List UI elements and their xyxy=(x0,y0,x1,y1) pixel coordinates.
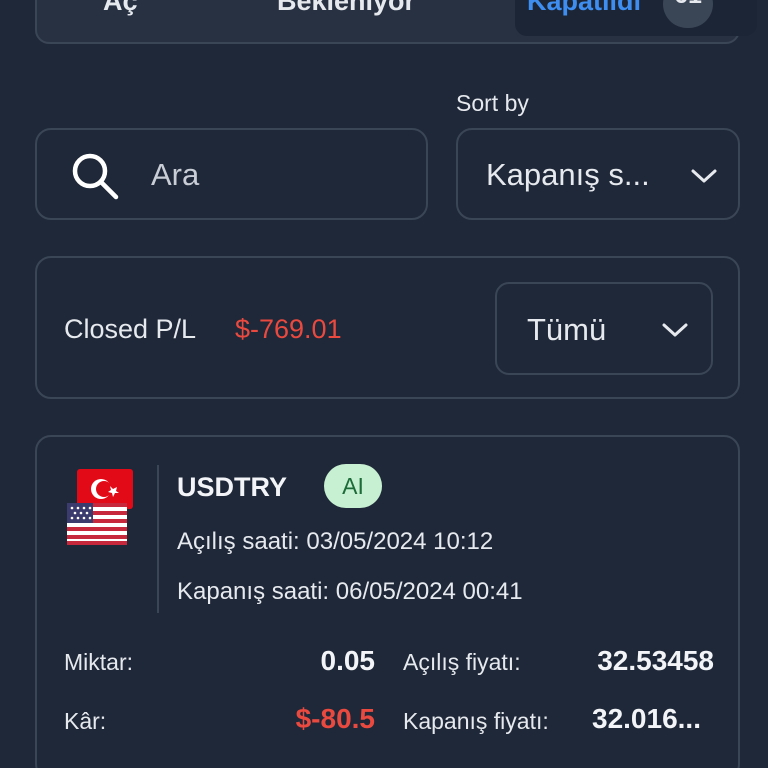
chevron-down-icon xyxy=(691,169,717,183)
open-time: Açılış saati: 03/05/2024 10:12 xyxy=(177,528,494,555)
search-input[interactable]: Ara xyxy=(35,128,428,220)
sort-by-label: Sort by xyxy=(456,90,529,116)
tab-pending[interactable]: Bekleniyor xyxy=(277,0,415,17)
filter-select[interactable]: Tümü xyxy=(495,282,713,375)
tab-open[interactable]: Aç xyxy=(103,0,138,17)
close-time: Kapanış saati: 06/05/2024 00:41 xyxy=(177,578,523,605)
sort-select[interactable]: Kapanış s... xyxy=(456,128,740,220)
profit-label: Kâr: xyxy=(64,708,107,734)
closed-pl-summary: Closed P/L $-769.01 Tümü xyxy=(35,256,740,399)
chevron-down-icon xyxy=(662,323,688,337)
open-price-value: 32.53458 xyxy=(597,645,714,676)
order-status-tabs: Aç Bekleniyor Kapatıldı 61 xyxy=(35,0,757,44)
search-icon xyxy=(72,153,119,200)
tab-closed-count-badge: 61 xyxy=(663,0,713,28)
open-price-label: Açılış fiyatı: xyxy=(403,649,521,675)
profit-value: $-80.5 xyxy=(295,703,375,734)
quantity-value: 0.05 xyxy=(320,645,376,676)
closed-pl-label: Closed P/L xyxy=(64,314,197,344)
closed-pl-value: $-769.01 xyxy=(235,314,342,344)
usa-flag-icon xyxy=(67,503,127,545)
ai-badge: AI xyxy=(324,464,382,508)
card-divider xyxy=(157,465,159,613)
search-placeholder: Ara xyxy=(151,157,200,192)
close-price-label: Kapanış fiyatı: xyxy=(403,708,549,734)
tab-closed[interactable]: Kapatıldı 61 xyxy=(515,0,757,36)
trade-card[interactable]: USDTRY AI Açılış saati: 03/05/2024 10:12… xyxy=(35,435,740,768)
trade-symbol: USDTRY xyxy=(177,472,288,502)
quantity-label: Miktar: xyxy=(64,649,133,675)
tab-closed-label: Kapatıldı xyxy=(527,0,642,16)
filter-selected-value: Tümü xyxy=(527,312,607,347)
close-price-value: 32.016... xyxy=(592,703,701,734)
currency-pair-flags xyxy=(67,469,133,545)
sort-selected-value: Kapanış s... xyxy=(486,157,650,192)
